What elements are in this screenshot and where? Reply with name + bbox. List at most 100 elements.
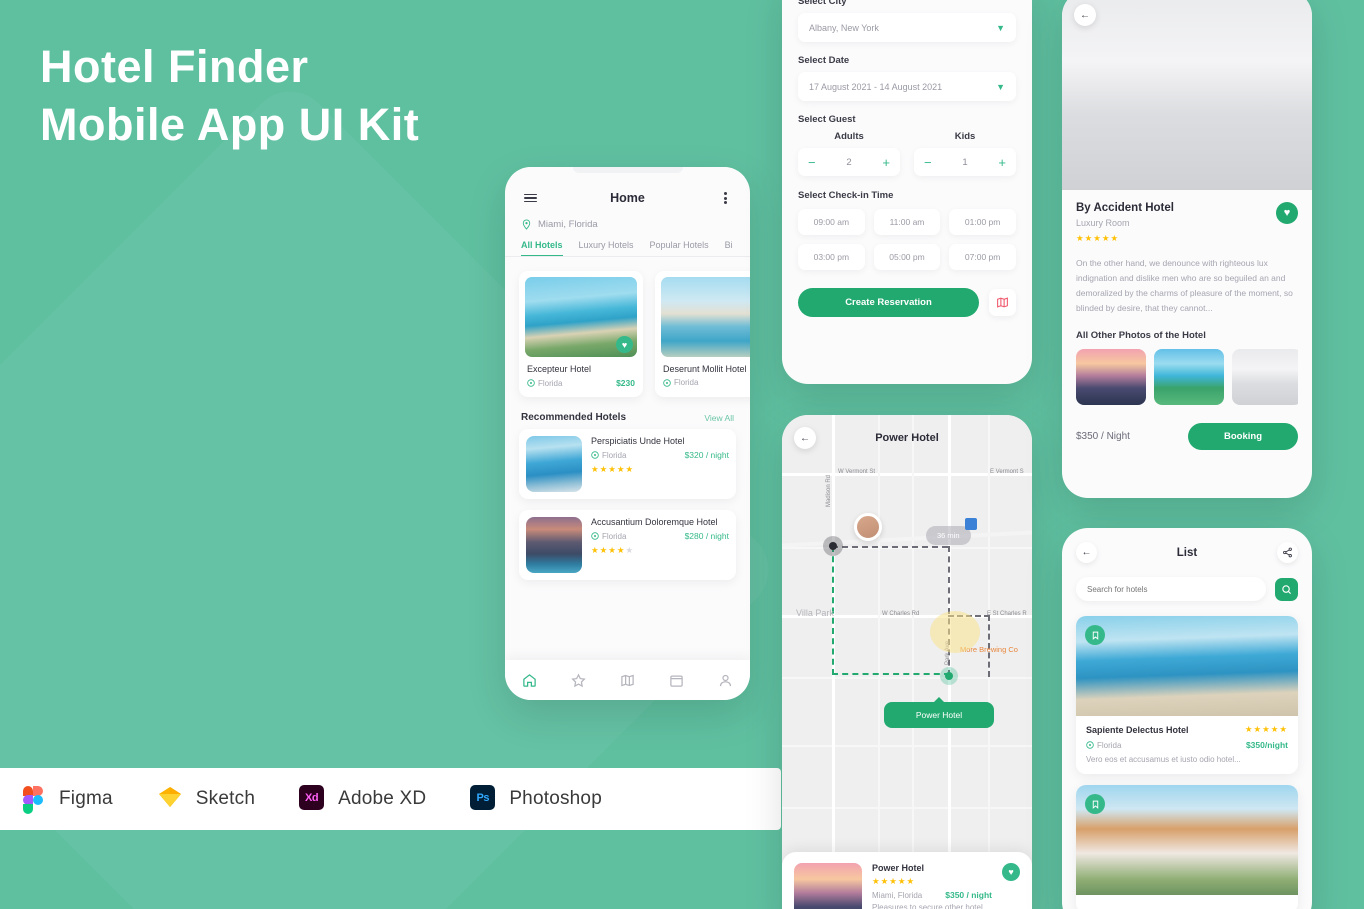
hotel-location-label: Florida [602,450,627,460]
detail-body: By Accident Hotel Luxury Room ★★★★★ ♥ On… [1062,190,1312,450]
photos-section-title: All Other Photos of the Hotel [1076,330,1206,341]
tab-all-hotels[interactable]: All Hotels [521,240,563,256]
hotel-card-image: ♥ [525,277,637,357]
map-hotel-card[interactable]: Power Hotel ★★★★★ Miami, Florida $350 / … [782,852,1032,909]
poi-area [930,611,980,653]
time-option[interactable]: 09:00 am [798,209,865,235]
time-option[interactable]: 03:00 pm [798,244,865,270]
hotel-location: Florida [1086,741,1121,750]
kebab-menu-icon[interactable] [716,189,734,207]
chevron-down-icon: ▼ [996,81,1005,92]
minus-icon[interactable]: − [924,156,932,169]
kids-label: Kids [954,131,976,142]
figma-icon [20,785,46,814]
gallery-thumbnail[interactable] [1076,349,1146,405]
select-city-label: Select City [798,0,847,7]
search-icon[interactable] [1275,577,1298,601]
hotel-card-image [661,277,750,357]
select-city-dropdown[interactable]: Albany, New York ▼ [798,13,1016,42]
select-date-value: 17 August 2021 - 14 August 2021 [809,81,943,92]
destination-marker[interactable] [940,667,958,685]
home-icon[interactable] [521,672,538,689]
gallery-thumbnail[interactable] [1154,349,1224,405]
map-icon[interactable] [989,289,1016,316]
minus-icon[interactable]: − [808,156,816,169]
search-row [1062,569,1312,605]
location-pin-icon [522,219,531,230]
reservation-actions: Create Reservation [798,288,1016,317]
software-item-photoshop: Ps Photoshop [470,785,602,813]
star-icon[interactable] [570,672,587,689]
hotel-card[interactable]: Deserunt Mollit Hotel Florida [655,271,750,397]
tab-popular-hotels[interactable]: Popular Hotels [650,240,709,256]
booking-button[interactable]: Booking [1188,423,1298,450]
rating-stars: ★★★★★ [1244,724,1288,734]
list-item[interactable]: Perspiciatis Unde Hotel Florida $320 / n… [519,429,736,499]
kids-value: 1 [962,156,968,168]
hotel-price: $350/night [1245,740,1288,750]
avatar [854,513,882,541]
create-reservation-button[interactable]: Create Reservation [798,288,979,317]
hotel-image [1076,616,1298,716]
heart-icon[interactable]: ♥ [616,336,633,353]
photoshop-icon: Ps [470,785,496,813]
profile-icon[interactable] [717,672,734,689]
adults-stepper[interactable]: − 2 + [798,148,900,176]
hotel-card[interactable]: ♥ Excepteur Hotel Florida $230 [519,271,643,397]
heart-icon[interactable]: ♥ [1276,202,1298,224]
hotel-name: Accusantium Doloremque Hotel [591,517,718,527]
list-item-body: Accusantium Doloremque Hotel Florida $28… [591,517,729,573]
bookmark-icon[interactable] [1085,794,1105,814]
rating-stars: ★★★★★ [872,876,916,886]
hotel-name: Perspiciatis Unde Hotel [591,436,685,446]
list-item[interactable] [1076,785,1298,909]
origin-marker[interactable] [823,536,843,556]
calendar-icon[interactable] [668,672,685,689]
hotel-location: Florida [591,451,626,460]
bookmark-icon[interactable] [1085,625,1105,645]
arrow-left-icon[interactable]: ← [1074,4,1096,26]
select-guest-label: Select Guest [798,114,856,125]
gallery-thumbnail[interactable] [1232,349,1298,405]
arrow-left-icon[interactable]: ← [1076,542,1097,563]
search-box[interactable] [1076,577,1266,601]
hamburger-icon[interactable] [521,189,539,207]
hotel-card-location-label: Florida [674,378,699,387]
select-date-dropdown[interactable]: 17 August 2021 - 14 August 2021 ▼ [798,72,1016,101]
list-item[interactable]: Sapiente Delectus Hotel ★★★★★ Florida $3… [1076,616,1298,774]
list-item[interactable]: Accusantium Doloremque Hotel Florida $28… [519,510,736,580]
time-option[interactable]: 01:00 pm [949,209,1016,235]
search-input[interactable] [1087,584,1255,594]
map-card-body: Power Hotel ★★★★★ Miami, Florida $350 / … [872,863,992,909]
view-all-link[interactable]: View All [704,413,734,423]
tab-more-hotels[interactable]: Bi [725,240,733,256]
list-item-body: Sapiente Delectus Hotel ★★★★★ Florida $3… [1076,716,1298,774]
tab-luxury-hotels[interactable]: Luxury Hotels [579,240,634,256]
adults-column: Adults − 2 + [798,131,900,176]
time-option[interactable]: 11:00 am [873,209,941,235]
home-header: Home [505,177,750,213]
hotel-detail-screen: ← By Accident Hotel Luxury Room ★★★★★ ♥ … [1062,0,1312,498]
share-icon[interactable] [1277,542,1298,563]
list-item-body: Perspiciatis Unde Hotel Florida $320 / n… [591,436,729,492]
plus-icon[interactable]: + [882,156,890,169]
kids-stepper[interactable]: − 1 + [914,148,1016,176]
map-icon[interactable] [619,672,636,689]
photo-gallery[interactable] [1076,349,1298,405]
location-row[interactable]: Miami, Florida [505,213,750,230]
hotel-thumbnail [526,436,582,492]
headline-line-2: Mobile App UI Kit [40,99,420,150]
time-option[interactable]: 05:00 pm [873,244,941,270]
hotel-card-location: Florida [527,379,562,388]
time-option[interactable]: 07:00 pm [949,244,1016,270]
software-item-adobe-xd: Xd Adobe XD [299,785,426,813]
plus-icon[interactable]: + [998,156,1006,169]
map-canvas[interactable]: W Vermont St E Vermont S Villa Park W Ch… [782,415,1032,909]
street-label-vertical: Madison Rd [826,474,832,507]
hotel-meta: Florida $280 / night [591,531,729,541]
heart-icon[interactable]: ♥ [1002,863,1020,881]
home-screen: Home Miami, Florida All Hotels Luxury Ho… [505,167,750,700]
reservation-screen: Select City Albany, New York ▼ Select Da… [782,0,1032,384]
map-title: Power Hotel [875,432,939,444]
hotel-card-name: Deserunt Mollit Hotel [663,364,747,374]
